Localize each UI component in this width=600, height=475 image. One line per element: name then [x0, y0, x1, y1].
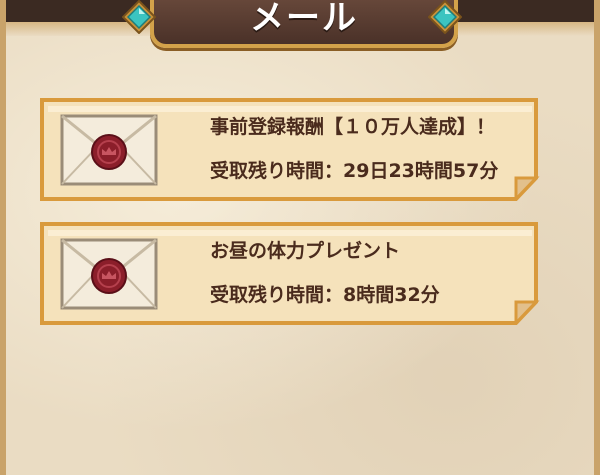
time-remaining-label: 受取残り時間：	[210, 160, 344, 182]
mail-time-remaining: 受取残り時間：8時間32分	[210, 280, 440, 307]
time-remaining-value: 29日23時間57分	[343, 160, 499, 182]
time-remaining-label: 受取残り時間：	[210, 284, 344, 306]
sealed-envelope-icon	[60, 114, 158, 186]
gem-right-icon	[428, 0, 462, 34]
time-remaining-value: 8時間32分	[343, 284, 440, 306]
title-plate: メール	[150, 0, 458, 48]
page-title: メール	[250, 0, 358, 38]
mail-item[interactable]: お昼の体力プレゼント 受取残り時間：8時間32分	[40, 222, 540, 325]
mail-title: 事前登録報酬【１０万人達成】！	[210, 116, 496, 138]
mail-time-remaining: 受取残り時間：29日23時間57分	[210, 156, 498, 183]
mail-item[interactable]: 事前登録報酬【１０万人達成】！ 受取残り時間：29日23時間57分	[40, 98, 540, 201]
mail-panel: メール 事前登録報酬【１０万人達成】！ 受取残り時間：29日23時間57分 お昼…	[0, 0, 600, 475]
mail-title: お昼の体力プレゼント	[210, 240, 401, 262]
left-frame	[0, 0, 6, 475]
sealed-envelope-icon	[60, 238, 158, 310]
right-frame	[594, 0, 600, 475]
gem-left-icon	[122, 0, 156, 34]
